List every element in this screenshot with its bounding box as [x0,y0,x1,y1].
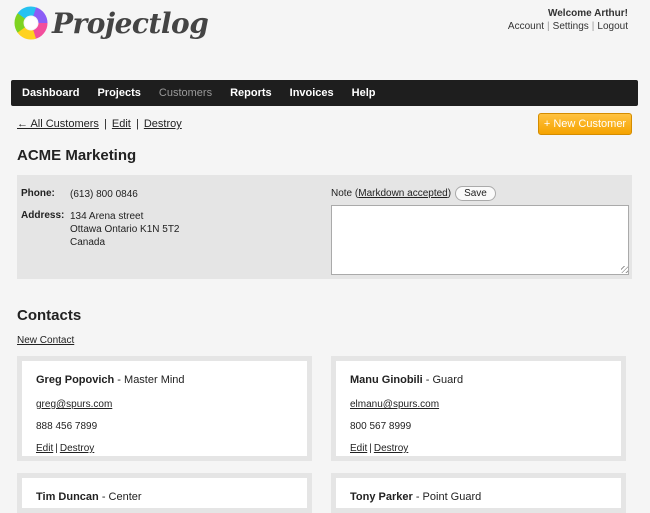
edit-contact-link[interactable]: Edit [350,443,367,454]
destroy-contact-link[interactable]: Destroy [374,443,408,454]
contact-card: Greg Popovich - Master Mind greg@spurs.c… [17,356,312,461]
contact-name: Tim Duncan [36,491,99,503]
phone-label: Phone: [21,188,55,199]
contact-name: Greg Popovich [36,374,115,386]
all-customers-link[interactable]: ← All Customers [17,118,99,130]
contact-role: - Master Mind [114,374,185,386]
destroy-contact-link[interactable]: Destroy [60,443,94,454]
contact-name: Manu Ginobili [350,374,423,386]
brand-logo[interactable]: Projectlog [14,6,209,40]
note-label-close: ) [447,188,452,199]
address-line: 134 Arena street [70,211,144,222]
contact-role: - Center [98,491,142,503]
brand-name: Projectlog [52,6,209,40]
address-value: 134 Arena street Ottawa Ontario K1N 5T2 … [70,210,180,249]
phone-row: Phone: (613) 800 0846 [21,188,138,201]
note-label: Note ( [331,188,359,199]
contacts-heading: Contacts [17,307,82,324]
resize-grip-icon[interactable] [621,266,628,273]
settings-link[interactable]: Settings [553,21,589,32]
new-customer-button[interactable]: + New Customer [538,113,632,135]
contact-role: - Guard [422,374,464,386]
contact-name: Tony Parker [350,491,413,503]
markdown-link[interactable]: Markdown accepted [358,188,448,199]
main-nav: Dashboard Projects Customers Reports Inv… [11,80,638,106]
address-line: Canada [70,237,106,248]
customer-info-panel: Phone: (613) 800 0846 Address: 134 Arena… [17,175,632,279]
welcome-text: Welcome Arthur! [547,8,628,19]
address-line: Ottawa Ontario K1N 5T2 [70,224,180,235]
nav-invoices[interactable]: Invoices [281,87,343,99]
note-textarea[interactable] [331,205,629,275]
contact-card: Tony Parker - Point Guard [331,473,626,513]
nav-reports[interactable]: Reports [221,87,281,99]
nav-customers[interactable]: Customers [150,87,221,99]
contact-email-link[interactable]: elmanu@spurs.com [350,399,439,410]
nav-projects[interactable]: Projects [88,87,149,99]
contact-email-link[interactable]: greg@spurs.com [36,399,112,410]
save-note-button[interactable]: Save [455,186,496,201]
contact-card: Manu Ginobili - Guard elmanu@spurs.com 8… [331,356,626,461]
edit-customer-link[interactable]: Edit [112,118,131,130]
logo-ring-icon [14,6,48,40]
nav-dashboard[interactable]: Dashboard [11,87,88,99]
note-header: Note (Markdown accepted) Save [331,186,496,201]
address-label: Address: [21,210,65,221]
contact-role: - Point Guard [412,491,482,503]
new-contact-link[interactable]: New Contact [17,335,74,346]
user-menu: Welcome Arthur! Account | Settings | Logout [507,8,628,32]
edit-contact-link[interactable]: Edit [36,443,53,454]
contact-phone: 888 456 7899 [36,421,98,432]
contact-card: Tim Duncan - Center [17,473,312,513]
address-row: Address: 134 Arena street Ottawa Ontario… [21,210,180,249]
contact-phone: 800 567 8999 [350,421,412,432]
logout-link[interactable]: Logout [597,21,628,32]
nav-help[interactable]: Help [343,87,385,99]
breadcrumb: ← All Customers | Edit | Destroy [17,118,182,130]
page-title: ACME Marketing [17,147,137,164]
destroy-customer-link[interactable]: Destroy [144,118,182,130]
phone-value: (613) 800 0846 [70,189,138,200]
account-link[interactable]: Account [508,21,544,32]
